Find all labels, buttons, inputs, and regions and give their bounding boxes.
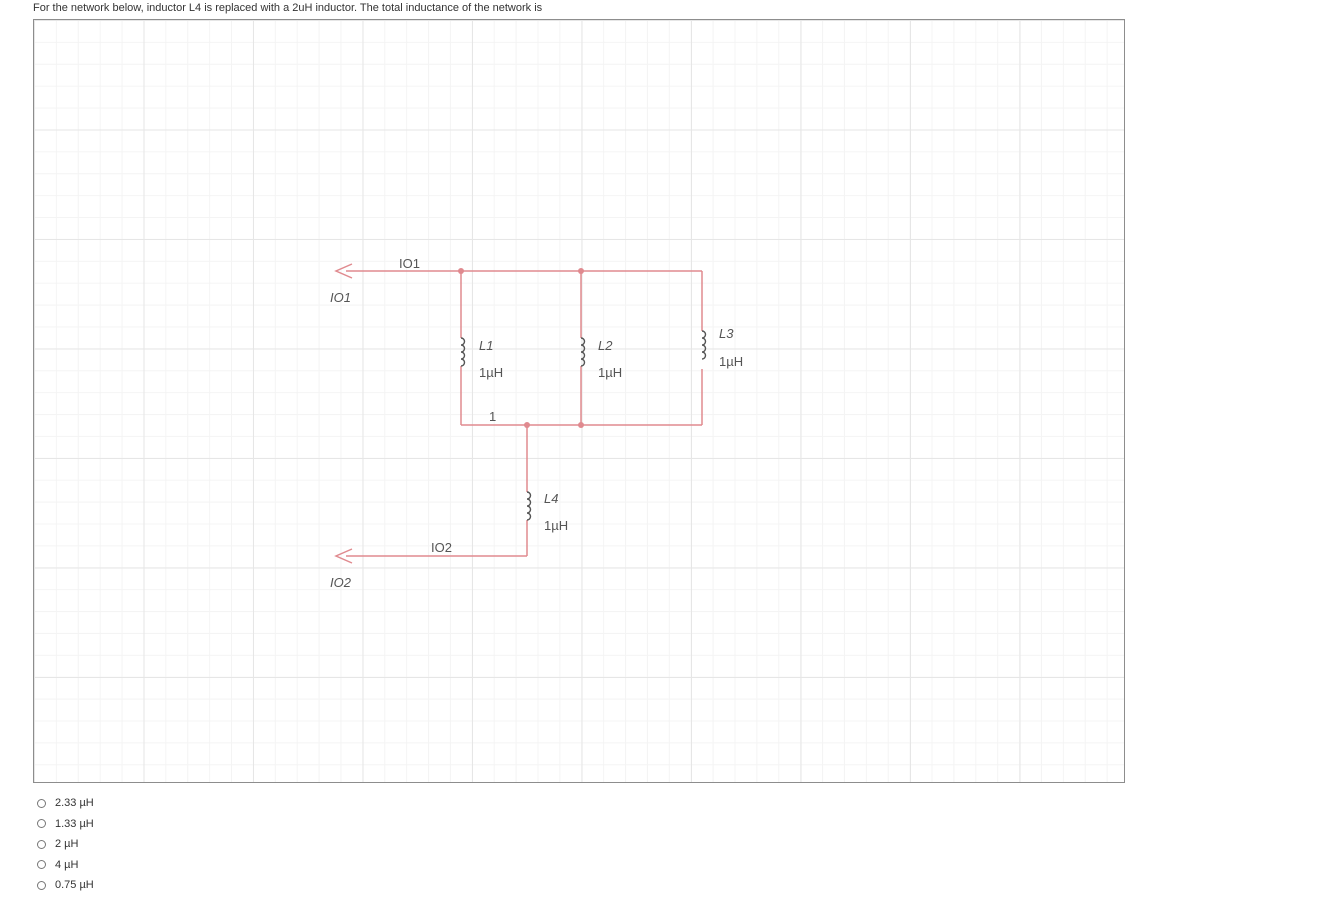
junction-node bbox=[524, 422, 530, 428]
inductor-l3-name: L3 bbox=[719, 326, 734, 341]
junction-node bbox=[578, 268, 584, 274]
radio-button[interactable] bbox=[37, 860, 46, 870]
circuit-schematic: IO1 IO1 IO2 IO2 L1 1µH L2 1µH L3 1µH L4 … bbox=[330, 256, 743, 590]
junction-node bbox=[458, 268, 464, 274]
inductor-l4-name: L4 bbox=[544, 491, 558, 506]
wire-label-io1: IO1 bbox=[399, 256, 420, 271]
answer-option[interactable]: 1.33 µH bbox=[37, 814, 94, 835]
inductor-l1-name: L1 bbox=[479, 338, 493, 353]
inductor-l4-value: 1µH bbox=[544, 518, 568, 533]
answer-option-label: 0.75 µH bbox=[55, 879, 94, 892]
inductor-l4-coil bbox=[526, 491, 532, 521]
wire-label-io2: IO2 bbox=[431, 540, 452, 555]
answer-option-label: 4 µH bbox=[55, 858, 79, 871]
inductor-l3-coil bbox=[701, 330, 707, 360]
port-label-io2: IO2 bbox=[330, 575, 352, 590]
inductor-l3-value: 1µH bbox=[719, 354, 743, 369]
answer-option[interactable]: 0.75 µH bbox=[37, 875, 94, 896]
radio-button[interactable] bbox=[37, 880, 46, 890]
radio-button[interactable] bbox=[37, 839, 46, 849]
answer-option-label: 2.33 µH bbox=[55, 797, 94, 810]
circuit-diagram: IO1 IO1 IO2 IO2 L1 1µH L2 1µH L3 1µH L4 … bbox=[33, 19, 1125, 783]
radio-button[interactable] bbox=[37, 798, 46, 808]
answer-option[interactable]: 4 µH bbox=[37, 855, 94, 876]
answer-option-label: 1.33 µH bbox=[55, 817, 94, 830]
inductor-l2-value: 1µH bbox=[598, 365, 622, 380]
inductor-l1-coil bbox=[460, 337, 466, 367]
node-label: 1 bbox=[489, 409, 496, 424]
inductor-l2-coil bbox=[580, 337, 586, 367]
inductor-l2-name: L2 bbox=[598, 338, 613, 353]
inductor-l1-value: 1µH bbox=[479, 365, 503, 380]
answer-option[interactable]: 2.33 µH bbox=[37, 793, 94, 814]
question-text: For the network below, inductor L4 is re… bbox=[33, 2, 543, 14]
port-label-io1: IO1 bbox=[330, 290, 351, 305]
junction-node bbox=[578, 422, 584, 428]
answer-option-label: 2 µH bbox=[55, 838, 79, 851]
answer-option[interactable]: 2 µH bbox=[37, 834, 94, 855]
radio-button[interactable] bbox=[37, 819, 46, 829]
answer-options: 2.33 µH 1.33 µH 2 µH 4 µH 0.75 µH bbox=[37, 793, 94, 896]
